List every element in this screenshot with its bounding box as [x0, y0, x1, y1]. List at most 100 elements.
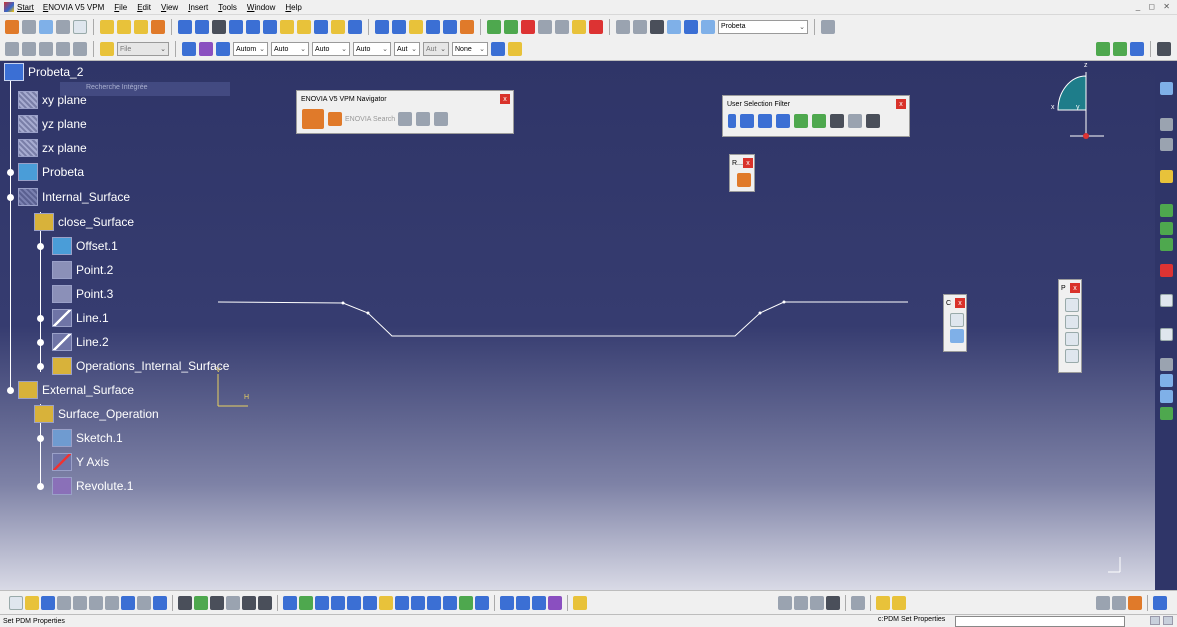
- compass-widget[interactable]: z x y: [1048, 62, 1108, 139]
- curve-icon[interactable]: [589, 19, 603, 34]
- open-icon[interactable]: [25, 595, 39, 610]
- menu-file[interactable]: File: [109, 3, 132, 12]
- volume-filter-icon[interactable]: [776, 114, 790, 128]
- fit-all-icon[interactable]: [299, 595, 313, 610]
- translate-icon[interactable]: [375, 19, 389, 34]
- material-icon[interactable]: [548, 595, 562, 610]
- spline-icon[interactable]: [521, 19, 535, 34]
- file-combo[interactable]: File: [117, 42, 169, 56]
- grid-icon[interactable]: [793, 595, 808, 610]
- catalog-tool-icon[interactable]: [1160, 407, 1173, 420]
- split-icon[interactable]: [297, 19, 311, 34]
- send-to-icon[interactable]: [22, 42, 36, 56]
- scan-icon[interactable]: [701, 19, 715, 34]
- sketch-tool-icon[interactable]: [1160, 82, 1173, 95]
- settings-icon[interactable]: [821, 19, 835, 34]
- print-icon[interactable]: [57, 595, 71, 610]
- line-thickness-combo[interactable]: Auto: [312, 42, 350, 56]
- small-toolbar-r[interactable]: R... x: [729, 154, 755, 192]
- scaling-icon[interactable]: [426, 19, 440, 34]
- revolve-icon[interactable]: [195, 19, 209, 34]
- small-toolbar-p[interactable]: Px: [1058, 279, 1082, 373]
- compass-icon[interactable]: [504, 19, 518, 34]
- whats-this-icon[interactable]: [216, 42, 230, 56]
- corner-icon[interactable]: [572, 19, 586, 34]
- links-icon[interactable]: [56, 19, 70, 34]
- tools-icon[interactable]: [573, 595, 587, 610]
- line-tool-icon[interactable]: [1160, 138, 1173, 151]
- catalog-browser-icon[interactable]: [875, 595, 890, 610]
- reorder-icon[interactable]: [1113, 42, 1127, 56]
- normal-view-icon[interactable]: [379, 595, 393, 610]
- axis-system-icon[interactable]: [777, 595, 792, 610]
- new-from-icon[interactable]: [5, 19, 19, 34]
- environment-icon[interactable]: [500, 595, 514, 610]
- open-folder-icon[interactable]: [100, 42, 114, 56]
- curve-filter-icon[interactable]: [740, 114, 754, 128]
- window-icon[interactable]: [950, 329, 964, 343]
- part-select[interactable]: Probeta: [718, 19, 808, 34]
- feature-filter-icon[interactable]: [794, 114, 808, 128]
- help-icon[interactable]: [153, 595, 167, 610]
- close-icon[interactable]: x: [500, 94, 510, 104]
- hide-show-icon[interactable]: [443, 595, 457, 610]
- enovia-connect-icon[interactable]: [328, 112, 342, 126]
- multi-view-icon[interactable]: [395, 595, 409, 610]
- power-copy-icon[interactable]: [891, 595, 906, 610]
- knowledge-icon[interactable]: [667, 19, 681, 34]
- cancel-command-icon[interactable]: [1163, 616, 1173, 625]
- copy-icon[interactable]: [89, 595, 103, 610]
- sweep-icon[interactable]: [212, 19, 226, 34]
- constraint-tool-icon[interactable]: [1160, 358, 1173, 371]
- 3d-viewport[interactable]: Recherche Intégrée Probeta_2 xy plane yz…: [0, 62, 1177, 590]
- layer-icon[interactable]: [199, 42, 213, 56]
- close-icon[interactable]: x: [955, 298, 965, 308]
- zoom-out-icon[interactable]: [363, 595, 377, 610]
- rule-icon[interactable]: [242, 595, 256, 610]
- extract-icon[interactable]: [331, 19, 345, 34]
- geometry-filter-icon[interactable]: [812, 114, 826, 128]
- enovia-list-icon[interactable]: [416, 112, 431, 126]
- capture-icon[interactable]: [1065, 332, 1079, 346]
- reframe-icon[interactable]: [737, 173, 751, 187]
- trim-icon[interactable]: [314, 19, 328, 34]
- connect-icon[interactable]: [555, 19, 569, 34]
- window-controls[interactable]: _ ◻ ✕: [1136, 2, 1173, 11]
- shading-icon[interactable]: [427, 595, 441, 610]
- check-icon[interactable]: [258, 595, 272, 610]
- menu-window[interactable]: Window: [242, 3, 280, 12]
- product-icon[interactable]: [100, 19, 114, 34]
- copy-icon[interactable]: [950, 313, 964, 327]
- blend-icon[interactable]: [246, 19, 260, 34]
- join-icon[interactable]: [280, 19, 294, 34]
- axis-to-axis-icon[interactable]: [460, 19, 474, 34]
- save-icon[interactable]: [41, 595, 55, 610]
- menu-view[interactable]: View: [156, 3, 183, 12]
- polyline-icon[interactable]: [538, 19, 552, 34]
- find-icon[interactable]: [73, 42, 87, 56]
- scene-icon[interactable]: [516, 595, 530, 610]
- snap-to-point-icon[interactable]: [809, 595, 824, 610]
- sketcher-icon[interactable]: [1157, 42, 1171, 56]
- measure-icon[interactable]: [616, 19, 630, 34]
- menu-enovia[interactable]: ENOVIA V5 VPM: [38, 3, 109, 12]
- tools-palette-icon[interactable]: [848, 114, 862, 128]
- stop-command-icon[interactable]: [1150, 616, 1160, 625]
- cut-icon[interactable]: [73, 595, 87, 610]
- view-icon[interactable]: [1065, 349, 1079, 363]
- point-tool-icon[interactable]: [1160, 118, 1173, 131]
- table-icon[interactable]: [210, 595, 224, 610]
- painter-icon[interactable]: [491, 42, 505, 56]
- camera-icon[interactable]: [850, 595, 865, 610]
- enovia-settings-icon[interactable]: [434, 112, 449, 126]
- snap-icon[interactable]: [151, 19, 165, 34]
- menu-edit[interactable]: Edit: [132, 3, 156, 12]
- analysis-icon[interactable]: [633, 19, 647, 34]
- enovia-search-label[interactable]: ENOVIA Search: [345, 116, 395, 123]
- close-icon[interactable]: x: [896, 99, 906, 109]
- extrude-icon[interactable]: [178, 19, 192, 34]
- profile-geometry[interactable]: [0, 62, 1155, 590]
- formula-icon[interactable]: [178, 595, 192, 610]
- component-icon[interactable]: [117, 19, 131, 34]
- box-tool-icon[interactable]: [1160, 204, 1173, 217]
